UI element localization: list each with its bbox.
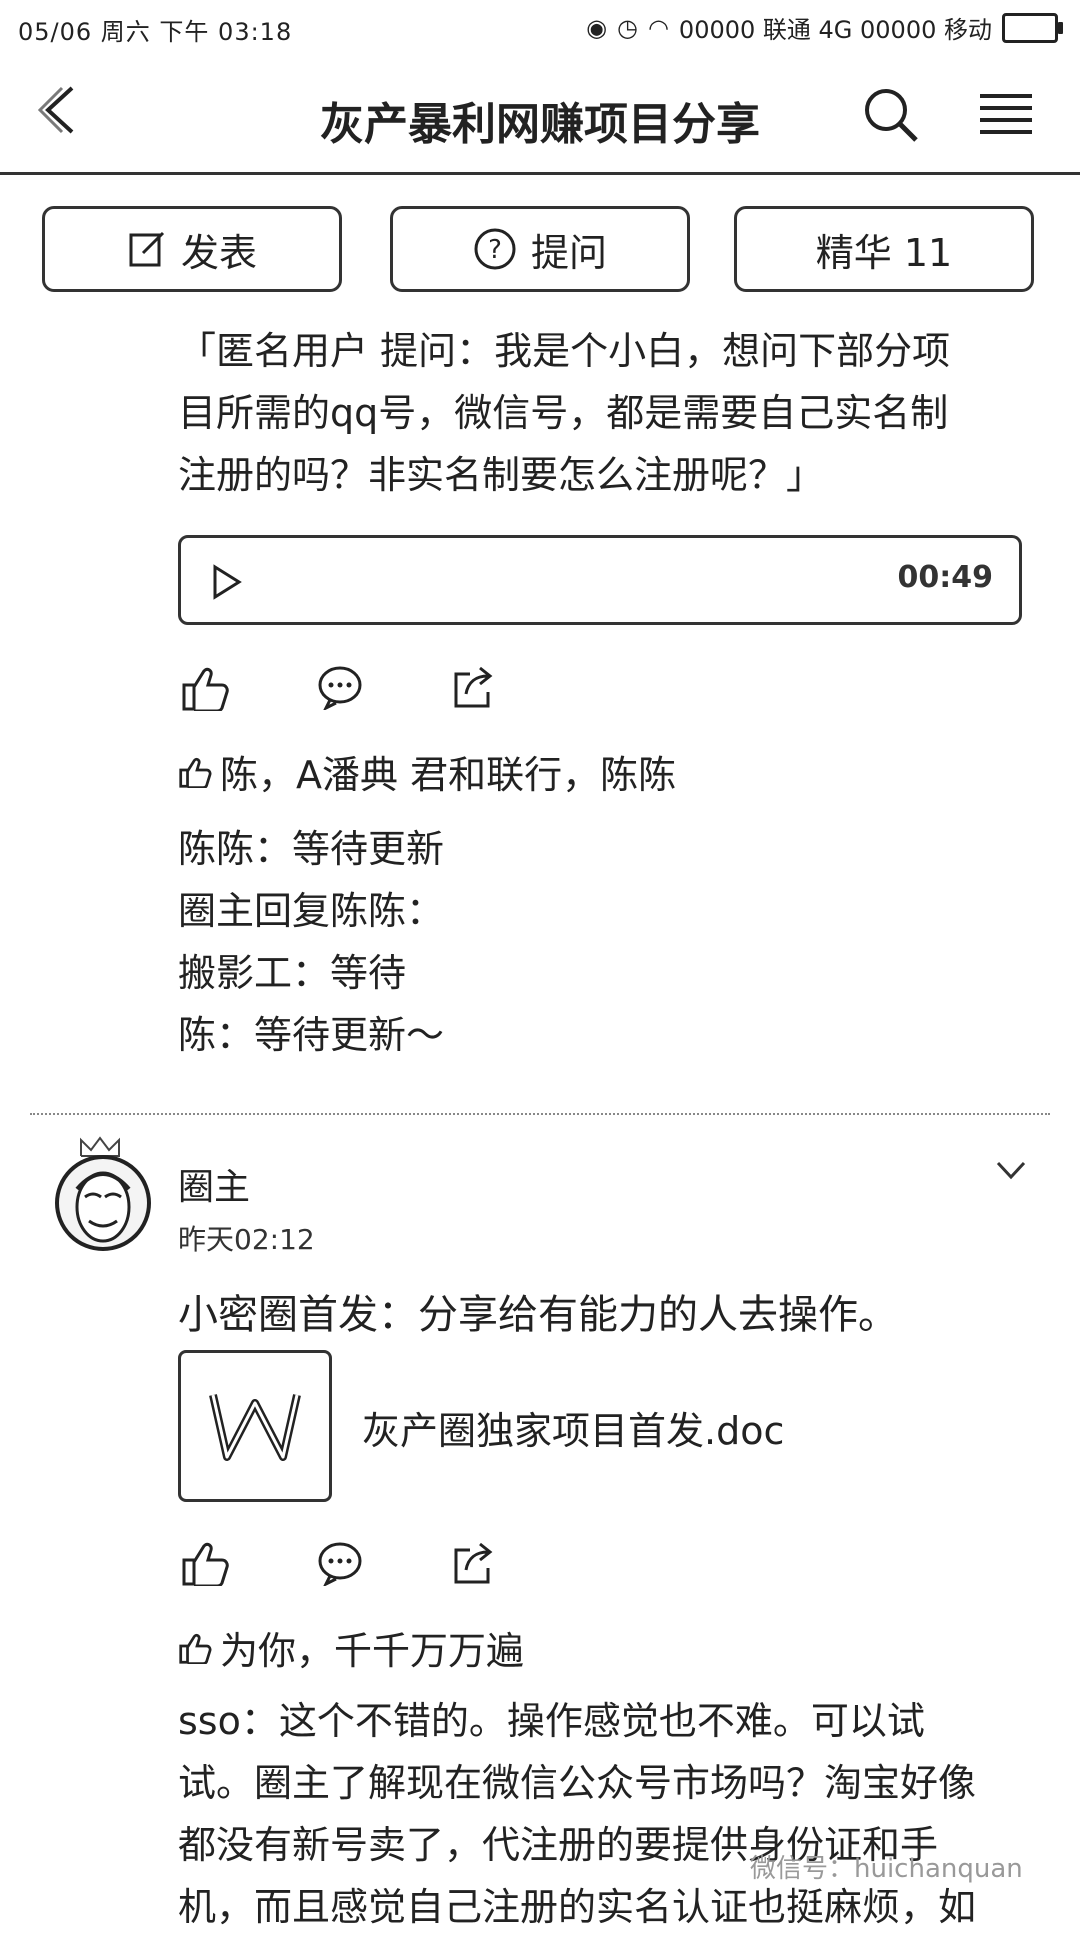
doc-attachment-thumbnail[interactable] <box>178 1350 332 1502</box>
post-text-line: 注册的吗？非实名制要怎么注册呢？」 <box>178 453 825 497</box>
comment-line: 试。圈主了解现在微信公众号市场吗？淘宝好像 <box>178 1761 977 1805</box>
status-time: 05/06 周六 下午 03:18 <box>18 18 293 46</box>
menu-icon[interactable] <box>978 90 1034 140</box>
post-button[interactable]: 发表 <box>42 206 342 292</box>
comment-line: 机，而且感觉自己注册的实名认证也挺麻烦，如 <box>178 1885 977 1929</box>
edit-icon <box>129 231 165 267</box>
essence-button[interactable]: 精华 11 <box>734 206 1034 292</box>
app-header: 灰产暴利网赚项目分享 <box>0 60 1080 175</box>
comment-icon[interactable] <box>316 1540 364 1586</box>
watermark: 微信号：huichanquan <box>750 1854 1023 1884</box>
chevron-down-icon[interactable] <box>996 1160 1026 1180</box>
battery-icon <box>1002 12 1063 43</box>
essence-button-label: 精华 11 <box>815 230 953 275</box>
post-time: 昨天02:12 <box>178 1223 315 1256</box>
post1-likes: 陈，A潘典 君和联行，陈陈 <box>178 744 676 799</box>
post2-likes: 为你，千千万万遍 <box>178 1620 524 1675</box>
post-divider <box>30 1113 1050 1115</box>
ask-button-label: 提问 <box>530 230 607 275</box>
ask-button[interactable]: ? 提问 <box>390 206 690 292</box>
comment-item: 陈陈：等待更新 <box>178 827 445 871</box>
liked-by-names: 为你，千千万万遍 <box>220 1629 525 1673</box>
liked-by-icon <box>179 1633 212 1664</box>
clock-icon: ◷ <box>617 13 638 42</box>
network-status: 00000 联通 4G 00000 移动 <box>678 16 992 44</box>
share-icon[interactable] <box>450 664 496 710</box>
mask-face-icon <box>75 1171 131 1243</box>
post-text-line: 「匿名用户 提问：我是个小白，想问下部分项 <box>178 329 951 373</box>
comment-thread: sso：这个不错的。操作感觉也不难。可以试 试。圈主了解现在微信公众号市场吗？淘… <box>178 1690 1038 1938</box>
search-icon[interactable] <box>860 84 920 144</box>
post-text-line: 目所需的qq号，微信号，都是需要自己实名制 <box>178 391 949 435</box>
doc-attachment-name[interactable]: 灰产圈独家项目首发.doc <box>362 1400 784 1455</box>
comment-line: sso：这个不错的。操作感觉也不难。可以试 <box>178 1699 925 1743</box>
word-doc-icon <box>209 1394 301 1461</box>
liked-by-icon <box>179 757 212 788</box>
audio-player[interactable]: 00:49 <box>178 535 1022 625</box>
post-question-text: 「匿名用户 提问：我是个小白，想问下部分项 目所需的qq号，微信号，都是需要自己… <box>178 320 1038 506</box>
comment-item: 搬影工：等待 <box>178 951 407 995</box>
author-name[interactable]: 圈主 <box>178 1158 250 1210</box>
comment-item: 陈：等待更新～ <box>178 1013 445 1057</box>
wifi-icon: ◠ <box>647 13 669 42</box>
like-icon[interactable] <box>180 665 230 711</box>
alarm-icon: ◉ <box>586 13 608 42</box>
play-icon[interactable] <box>211 564 243 600</box>
audio-duration: 00:49 <box>897 560 994 595</box>
question-icon: ? <box>474 228 516 270</box>
avatar[interactable] <box>55 1155 151 1251</box>
like-icon[interactable] <box>180 1540 230 1586</box>
comment-icon[interactable] <box>316 664 364 710</box>
svg-text:?: ? <box>488 235 502 265</box>
liked-by-names: 陈，A潘典 君和联行，陈陈 <box>220 753 677 797</box>
comment-item: 圈主回复陈陈： <box>178 889 445 933</box>
share-icon[interactable] <box>450 1540 496 1586</box>
status-indicators: ◉ ◷ ◠ 00000 联通 4G 00000 移动 <box>586 10 1063 45</box>
status-bar: 05/06 周六 下午 03:18 ◉ ◷ ◠ 00000 联通 4G 0000… <box>0 0 1080 56</box>
post-button-label: 发表 <box>180 230 257 275</box>
post2-text: 小密圈首发：分享给有能力的人去操作。 <box>178 1292 898 1338</box>
